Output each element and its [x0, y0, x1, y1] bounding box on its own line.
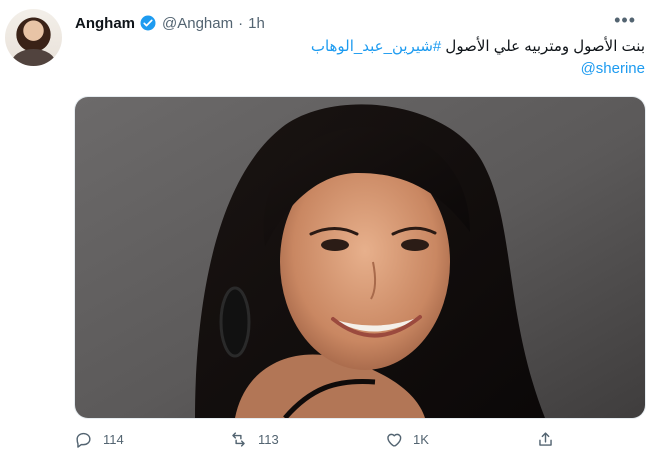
- like-button[interactable]: 1K: [384, 430, 429, 449]
- tweet-text-line-1: بنت الأصول ومتربيه علي الأصول #شيرين_عبد…: [85, 36, 645, 58]
- retweet-button[interactable]: 113: [229, 430, 279, 449]
- share-icon: [539, 432, 552, 446]
- like-count: 1K: [413, 432, 429, 447]
- author-handle[interactable]: @Angham: [162, 15, 233, 32]
- tweet-actions: 114 113 1K: [74, 430, 594, 452]
- reply-count: 114: [103, 432, 124, 447]
- tweet[interactable]: Angham @Angham · 1h ••• بنت الأصول ومترب…: [0, 0, 658, 451]
- share-button[interactable]: [536, 430, 565, 449]
- avatar[interactable]: [5, 9, 62, 66]
- tweet-image[interactable]: [74, 96, 646, 419]
- reply-icon: [76, 432, 91, 448]
- avatar-shoulders: [11, 49, 56, 66]
- verified-badge-icon: [140, 15, 156, 31]
- mention-link[interactable]: @sherine: [581, 60, 645, 77]
- author-name[interactable]: Angham: [75, 15, 135, 32]
- separator-dot: ·: [238, 14, 244, 32]
- reply-button[interactable]: 114: [74, 430, 124, 449]
- like-icon: [387, 433, 402, 447]
- more-icon[interactable]: •••: [614, 10, 636, 31]
- retweet-icon: [232, 432, 245, 447]
- tweet-header: Angham @Angham · 1h: [75, 12, 265, 34]
- retweet-count: 113: [258, 432, 279, 447]
- tweet-text: بنت الأصول ومتربيه علي الأصول #شيرين_عبد…: [85, 36, 645, 80]
- hashtag-link[interactable]: #شيرين_عبد_الوهاب: [311, 38, 441, 55]
- portrait-photo: [75, 97, 645, 418]
- tweet-body: بنت الأصول ومتربيه علي الأصول: [441, 38, 645, 55]
- timestamp[interactable]: 1h: [248, 15, 265, 32]
- tweet-text-line-2: @sherine: [85, 58, 645, 80]
